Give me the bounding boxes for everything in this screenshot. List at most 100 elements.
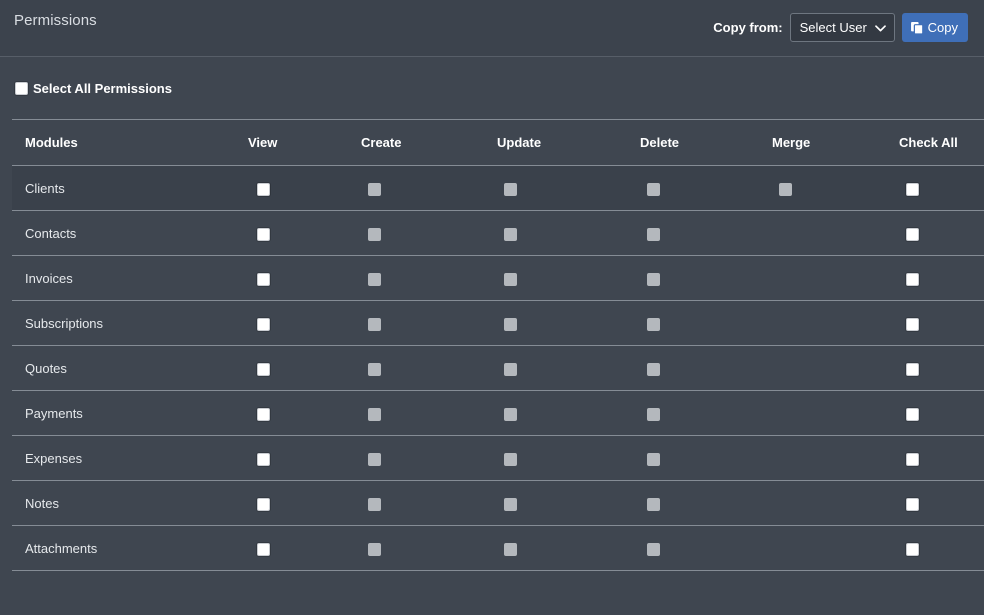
column-header-merge: Merge [761, 120, 889, 166]
permission-checkbox-update [504, 273, 517, 286]
permission-checkbox-update [504, 228, 517, 241]
permission-checkbox-view[interactable] [257, 363, 270, 376]
permission-cell-update [485, 166, 629, 211]
permission-cell-check-all [889, 211, 984, 256]
permission-checkbox-view[interactable] [257, 453, 270, 466]
permission-checkbox-check-all[interactable] [906, 453, 919, 466]
empty-cell [906, 585, 919, 598]
panel-header: Permissions Copy from: Select User Copy [0, 0, 984, 57]
module-name-cell: Notes [12, 481, 235, 526]
permissions-table-wrapper: Modules View Create Update Delete Merge … [0, 119, 984, 615]
permission-cell-delete [629, 571, 761, 615]
permission-checkbox-delete [647, 498, 660, 511]
permission-checkbox-create [368, 273, 381, 286]
permission-cell-check-all [889, 391, 984, 436]
module-name-cell: Quotes [12, 346, 235, 391]
select-all-permissions-row[interactable]: Select All Permissions [0, 57, 984, 119]
select-all-permissions-label: Select All Permissions [33, 81, 172, 96]
permissions-table-head: Modules View Create Update Delete Merge … [12, 120, 984, 166]
permission-checkbox-delete [647, 453, 660, 466]
permission-cell-update [485, 346, 629, 391]
permission-cell-create [349, 571, 485, 615]
copy-button-label: Copy [928, 20, 958, 35]
empty-cell [779, 360, 792, 373]
empty-cell [779, 585, 792, 598]
permission-cell-create [349, 526, 485, 571]
permission-cell-delete [629, 346, 761, 391]
table-row: Notes [12, 481, 984, 526]
permission-checkbox-check-all[interactable] [906, 228, 919, 241]
copy-button[interactable]: Copy [902, 13, 968, 42]
permission-checkbox-check-all[interactable] [906, 408, 919, 421]
permission-checkbox-view[interactable] [257, 543, 270, 556]
module-name-cell: Contacts [12, 211, 235, 256]
table-row [12, 571, 984, 615]
permission-checkbox-create [368, 318, 381, 331]
permission-cell-view [235, 256, 349, 301]
permission-checkbox-check-all[interactable] [906, 273, 919, 286]
permission-checkbox-view[interactable] [257, 228, 270, 241]
permission-cell-create [349, 256, 485, 301]
table-row: Clients [12, 166, 984, 211]
permission-checkbox-check-all[interactable] [906, 183, 919, 196]
permission-cell-update [485, 481, 629, 526]
permission-checkbox-view[interactable] [257, 183, 270, 196]
table-row: Payments [12, 391, 984, 436]
permission-checkbox-delete [647, 228, 660, 241]
permission-checkbox-check-all[interactable] [906, 543, 919, 556]
permission-cell-merge [761, 391, 889, 436]
permissions-table: Modules View Create Update Delete Merge … [12, 119, 984, 615]
permission-checkbox-view[interactable] [257, 318, 270, 331]
permission-cell-check-all [889, 346, 984, 391]
permission-checkbox-check-all[interactable] [906, 498, 919, 511]
permission-checkbox-delete [647, 363, 660, 376]
empty-cell [257, 585, 270, 598]
permission-checkbox-delete [647, 408, 660, 421]
permission-cell-update [485, 436, 629, 481]
copy-icon [910, 21, 924, 35]
permission-cell-delete [629, 481, 761, 526]
select-user-dropdown[interactable]: Select User [790, 13, 895, 42]
column-header-view: View [235, 120, 349, 166]
permission-checkbox-check-all[interactable] [906, 363, 919, 376]
permission-cell-create [349, 391, 485, 436]
module-name-cell: Invoices [12, 256, 235, 301]
permission-checkbox-check-all[interactable] [906, 318, 919, 331]
permission-cell-check-all [889, 256, 984, 301]
table-row: Quotes [12, 346, 984, 391]
permission-checkbox-view[interactable] [257, 408, 270, 421]
module-name-cell: Expenses [12, 436, 235, 481]
permission-checkbox-update [504, 453, 517, 466]
permission-checkbox-view[interactable] [257, 498, 270, 511]
select-all-permissions-checkbox[interactable] [15, 82, 28, 95]
permission-cell-delete [629, 436, 761, 481]
empty-cell [779, 450, 792, 463]
permission-checkbox-create [368, 498, 381, 511]
permission-checkbox-delete [647, 543, 660, 556]
permission-cell-update [485, 391, 629, 436]
permission-cell-view [235, 481, 349, 526]
permission-cell-check-all [889, 571, 984, 615]
permission-checkbox-update [504, 498, 517, 511]
permission-checkbox-create [368, 543, 381, 556]
permission-cell-view [235, 346, 349, 391]
permission-cell-delete [629, 301, 761, 346]
permission-cell-view [235, 391, 349, 436]
table-row: Expenses [12, 436, 984, 481]
permission-checkbox-view[interactable] [257, 273, 270, 286]
permission-cell-check-all [889, 526, 984, 571]
empty-cell [779, 315, 792, 328]
permission-checkbox-delete [647, 183, 660, 196]
permission-cell-view [235, 571, 349, 615]
permission-cell-merge [761, 526, 889, 571]
permission-cell-delete [629, 526, 761, 571]
permission-cell-delete [629, 391, 761, 436]
column-header-check-all: Check All [889, 120, 984, 166]
column-header-modules: Modules [12, 120, 235, 166]
column-header-update: Update [485, 120, 629, 166]
permission-checkbox-update [504, 183, 517, 196]
permissions-table-body: ClientsContactsInvoicesSubscriptionsQuot… [12, 166, 984, 615]
column-header-delete: Delete [629, 120, 761, 166]
permission-cell-merge [761, 301, 889, 346]
empty-cell [779, 270, 792, 283]
